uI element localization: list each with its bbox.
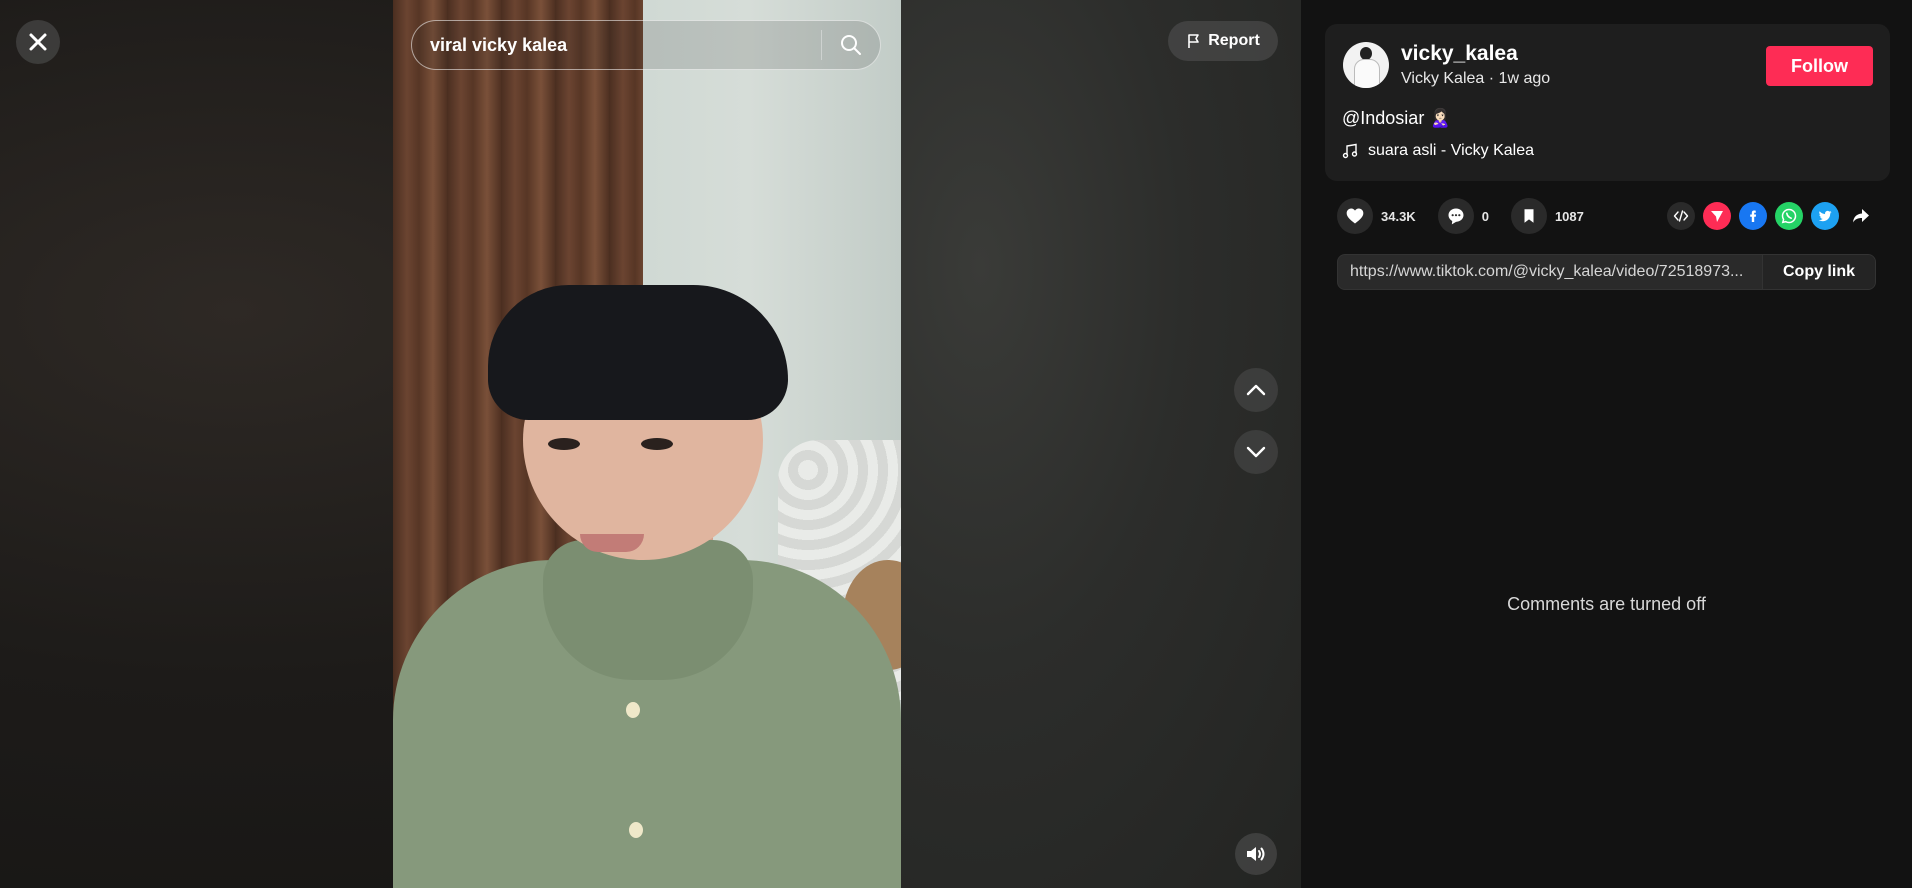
like-stat: 34.3K xyxy=(1337,198,1416,234)
comment-icon xyxy=(1448,208,1464,225)
share-facebook-button[interactable] xyxy=(1739,202,1767,230)
twitter-icon xyxy=(1818,210,1832,222)
search-bar xyxy=(411,20,881,70)
music-note-icon xyxy=(1342,143,1358,159)
video-person-eye-left xyxy=(548,438,580,450)
embed-button[interactable] xyxy=(1667,202,1695,230)
save-stat: 1087 xyxy=(1510,198,1584,234)
video-link[interactable]: https://www.tiktok.com/@vicky_kalea/vide… xyxy=(1338,263,1762,281)
chevron-up-icon xyxy=(1246,384,1266,396)
engagement-actions: 34.3K 0 1087 xyxy=(1337,198,1606,234)
music-title: suara asli - Vicky Kalea xyxy=(1368,142,1534,159)
video-shirt-button xyxy=(629,822,643,838)
send-icon xyxy=(1711,211,1723,222)
bookmark-icon xyxy=(1524,209,1534,223)
video-person-mouth xyxy=(580,534,644,552)
share-targets xyxy=(1667,202,1875,230)
report-button[interactable]: Report xyxy=(1168,21,1278,61)
copy-link-bar: https://www.tiktok.com/@vicky_kalea/vide… xyxy=(1337,254,1876,290)
report-label: Report xyxy=(1208,32,1260,49)
next-video-button[interactable] xyxy=(1234,430,1278,474)
like-button[interactable] xyxy=(1337,198,1373,234)
share-arrow-icon xyxy=(1853,209,1869,223)
share-twitter-button[interactable] xyxy=(1811,202,1839,230)
more-share-button[interactable] xyxy=(1847,202,1875,230)
embed-icon xyxy=(1673,210,1689,222)
author-display-name: Vicky Kalea xyxy=(1401,70,1485,87)
author-info-card: vicky_kalea Vicky Kalea · 1w ago Follow … xyxy=(1325,24,1890,181)
chevron-down-icon xyxy=(1246,446,1266,458)
share-whatsapp-button[interactable] xyxy=(1775,202,1803,230)
comments-disabled-message: Comments are turned off xyxy=(1507,594,1706,614)
avatar-body xyxy=(1354,59,1380,88)
whatsapp-icon xyxy=(1781,208,1797,224)
copy-link-button[interactable]: Copy link xyxy=(1762,255,1875,289)
video-person-eye-right xyxy=(641,438,673,450)
search-icon xyxy=(841,35,861,55)
like-count: 34.3K xyxy=(1381,208,1416,224)
author-subline: Vicky Kalea · 1w ago xyxy=(1401,70,1550,88)
comment-count: 0 xyxy=(1481,208,1489,224)
search-button[interactable] xyxy=(822,21,880,69)
save-count: 1087 xyxy=(1554,208,1584,224)
subline-separator: · xyxy=(1488,70,1499,87)
post-description: @Indosiar 🙎🏻‍♀️ xyxy=(1342,108,1452,128)
comment-button[interactable] xyxy=(1437,198,1474,234)
previous-video-button[interactable] xyxy=(1234,368,1278,412)
avatar[interactable] xyxy=(1343,42,1389,88)
author-username[interactable]: vicky_kalea xyxy=(1401,42,1518,66)
video-stage: Report xyxy=(0,0,1301,888)
save-button[interactable] xyxy=(1510,198,1547,234)
search-input[interactable] xyxy=(412,33,821,57)
follow-button[interactable]: Follow xyxy=(1766,46,1873,86)
facebook-icon xyxy=(1750,210,1757,222)
video-player[interactable] xyxy=(393,0,901,888)
flag-icon xyxy=(1188,34,1200,48)
post-time: 1w ago xyxy=(1498,70,1551,87)
details-sidebar: vicky_kalea Vicky Kalea · 1w ago Follow … xyxy=(1301,0,1912,888)
comment-stat: 0 xyxy=(1437,198,1489,234)
heart-icon xyxy=(1346,208,1364,224)
music-link[interactable]: suara asli - Vicky Kalea xyxy=(1342,142,1534,160)
close-button[interactable] xyxy=(16,20,60,64)
send-to-friends-button[interactable] xyxy=(1703,202,1731,230)
video-shirt-button xyxy=(626,702,640,718)
video-person-hair xyxy=(488,285,788,420)
volume-icon xyxy=(1247,847,1265,861)
volume-button[interactable] xyxy=(1235,833,1277,875)
close-icon xyxy=(29,33,47,51)
